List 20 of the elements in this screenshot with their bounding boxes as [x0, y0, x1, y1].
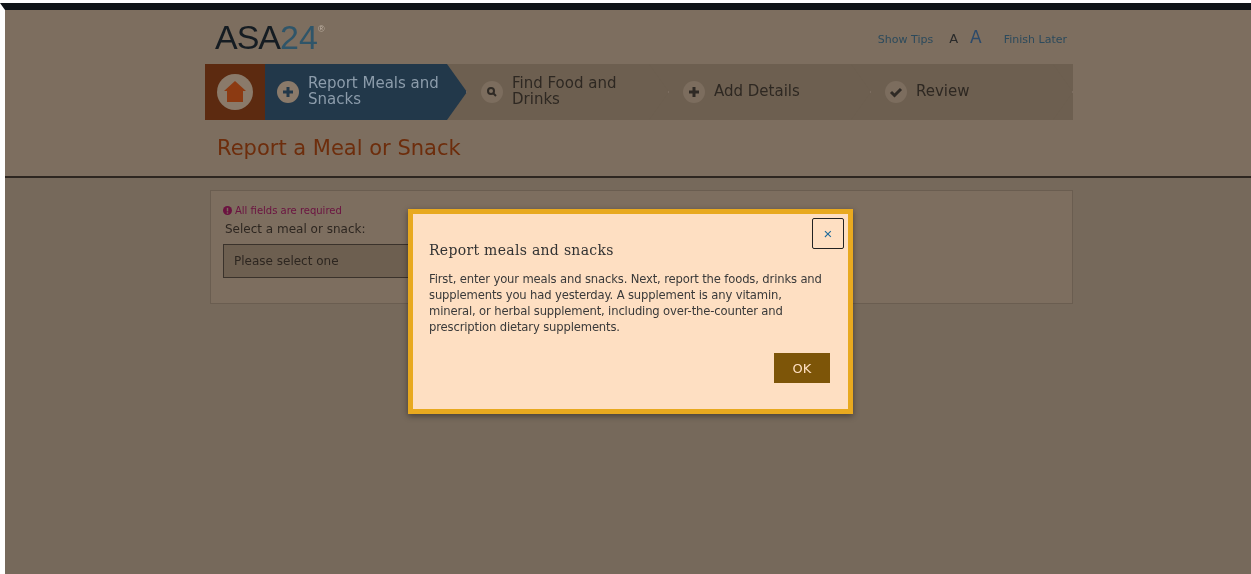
plus-icon: [277, 81, 299, 103]
step-tab[interactable]: Report Meals and Snacks: [265, 64, 467, 120]
page-title: Report a Meal or Snack: [216, 135, 462, 162]
close-button[interactable]: ×: [812, 218, 844, 249]
required-notice: All fields are required: [235, 205, 342, 216]
font-size-small[interactable]: A: [949, 31, 959, 46]
plus-icon: [683, 81, 705, 103]
logo-number: 24: [280, 17, 318, 57]
search-icon: [481, 81, 503, 103]
alert-icon: [223, 206, 232, 215]
home-icon: [217, 74, 253, 110]
header-link[interactable]: Show Tips: [877, 33, 934, 46]
field-label: Select a meal or snack:: [225, 222, 366, 236]
header-link[interactable]: Finish Later: [1003, 33, 1067, 46]
home-button[interactable]: [205, 64, 265, 120]
checkmark-icon: [885, 81, 907, 103]
font-size-large[interactable]: A: [970, 27, 982, 47]
registered-mark: ®: [317, 23, 325, 34]
ok-button[interactable]: OK: [774, 353, 830, 383]
logo-text: ASA: [215, 17, 281, 57]
